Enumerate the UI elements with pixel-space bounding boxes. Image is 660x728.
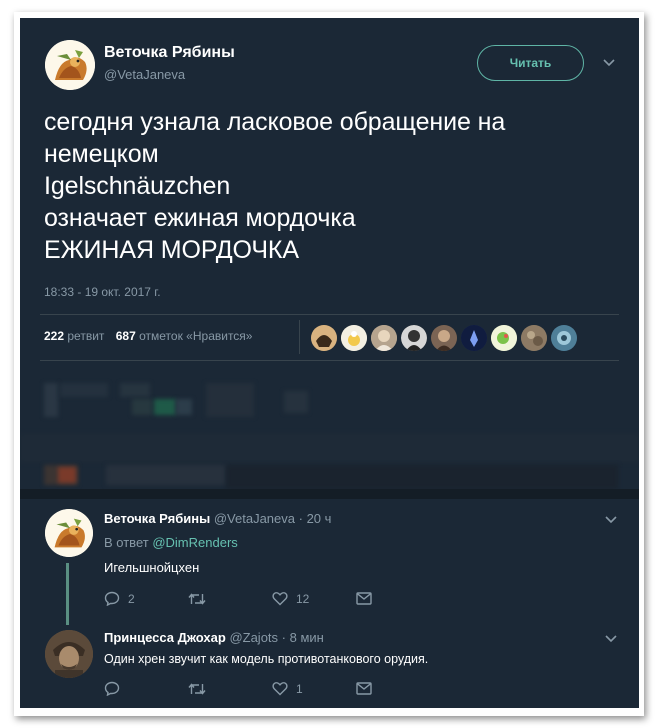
reply-author-handle[interactable]: @Zajots — [229, 630, 278, 645]
liker-avatar[interactable] — [551, 325, 577, 351]
tweet-text-line: ЕЖИНАЯ МОРДОЧКА — [44, 236, 299, 264]
retweet-icon — [188, 682, 206, 696]
author-handle[interactable]: @VetaJaneva — [104, 67, 185, 82]
retweet-count: 222 — [44, 329, 65, 343]
reply-actions: 2 12 — [104, 591, 372, 606]
direct-message-button[interactable] — [356, 682, 372, 695]
divider — [40, 314, 619, 315]
retweet-button[interactable] — [188, 682, 272, 696]
chevron-down-icon[interactable] — [605, 632, 617, 646]
tweet-text: сегодня узнала ласковое обращение на нем… — [44, 106, 619, 266]
liker-avatar[interactable] — [341, 325, 367, 351]
author-name[interactable]: Веточка Рябины — [104, 44, 235, 62]
reply-author-avatar[interactable] — [45, 509, 93, 557]
liker-avatar[interactable] — [311, 325, 337, 351]
direct-message-icon — [356, 592, 372, 605]
tweet-text-line: Igelschnäuzchen — [44, 172, 231, 200]
mention-link[interactable]: @DimRenders — [152, 535, 237, 550]
tweet-stats: 222 ретвит 687 отметок «Нравится» — [44, 329, 252, 343]
reply-icon — [104, 591, 120, 606]
reply-author-handle[interactable]: @VetaJaneva — [214, 511, 295, 526]
retweet-label: ретвит — [67, 329, 105, 343]
in-reply-prefix: В ответ — [104, 535, 149, 550]
reply-icon — [104, 681, 120, 696]
tweet-card: Веточка Рябины @VetaJaneva Читать сегодн… — [20, 18, 639, 708]
liker-avatar[interactable] — [401, 325, 427, 351]
direct-message-icon — [356, 682, 372, 695]
reply-text: Игельшнойцхен — [104, 560, 200, 575]
like-button[interactable]: 12 — [272, 591, 356, 606]
reply-author-avatar[interactable] — [45, 630, 93, 678]
follow-button[interactable]: Читать — [477, 45, 584, 81]
like-count: 1 — [296, 681, 303, 696]
reply-button[interactable] — [104, 681, 188, 696]
likers-avatars — [311, 325, 577, 351]
reply-count: 2 — [128, 591, 135, 606]
tweet-timestamp[interactable]: 18:33 - 19 окт. 2017 г. — [44, 285, 161, 299]
thread-connector — [66, 563, 69, 625]
reply-time[interactable]: · 8 мин — [282, 630, 324, 645]
reply-time[interactable]: · 20 ч — [299, 511, 332, 526]
in-reply-to: В ответ @DimRenders — [104, 535, 238, 550]
reply-author-name[interactable]: Принцесса Джохар — [104, 630, 226, 645]
retweet-icon — [188, 592, 206, 606]
chevron-down-icon[interactable] — [603, 56, 615, 70]
direct-message-button[interactable] — [356, 592, 372, 605]
reply-button[interactable]: 2 — [104, 591, 188, 606]
like-icon — [272, 591, 288, 606]
reply-header: Принцесса Джохар @Zajots · 8 мин — [104, 630, 324, 645]
retweet-stat[interactable]: 222 ретвит — [44, 329, 104, 343]
tweet-text-line: немецком — [44, 140, 159, 168]
like-count: 687 — [115, 329, 136, 343]
chevron-down-icon[interactable] — [605, 513, 617, 527]
liker-avatar[interactable] — [431, 325, 457, 351]
like-button[interactable]: 1 — [272, 681, 356, 696]
reply-header: Веточка Рябины @VetaJaneva · 20 ч — [104, 511, 331, 526]
reply-text: Один хрен звучит как модель противотанко… — [104, 652, 429, 666]
liker-avatar[interactable] — [521, 325, 547, 351]
blurred-region — [20, 361, 639, 489]
reply-actions: 1 — [104, 681, 372, 696]
retweet-button[interactable] — [188, 592, 272, 606]
author-avatar[interactable] — [45, 40, 95, 90]
reply-author-name[interactable]: Веточка Рябины — [104, 511, 210, 526]
tweet-text-line: сегодня узнала ласковое обращение на — [44, 108, 506, 136]
stats-separator — [299, 320, 300, 354]
like-count: 12 — [296, 591, 310, 606]
tweet-text-line: означает ежиная мордочка — [44, 204, 356, 232]
liker-avatar[interactable] — [491, 325, 517, 351]
like-label: отметок «Нравится» — [139, 329, 253, 343]
liker-avatar[interactable] — [461, 325, 487, 351]
section-separator — [20, 489, 639, 499]
like-stat[interactable]: 687 отметок «Нравится» — [116, 329, 253, 343]
like-icon — [272, 681, 288, 696]
liker-avatar[interactable] — [371, 325, 397, 351]
